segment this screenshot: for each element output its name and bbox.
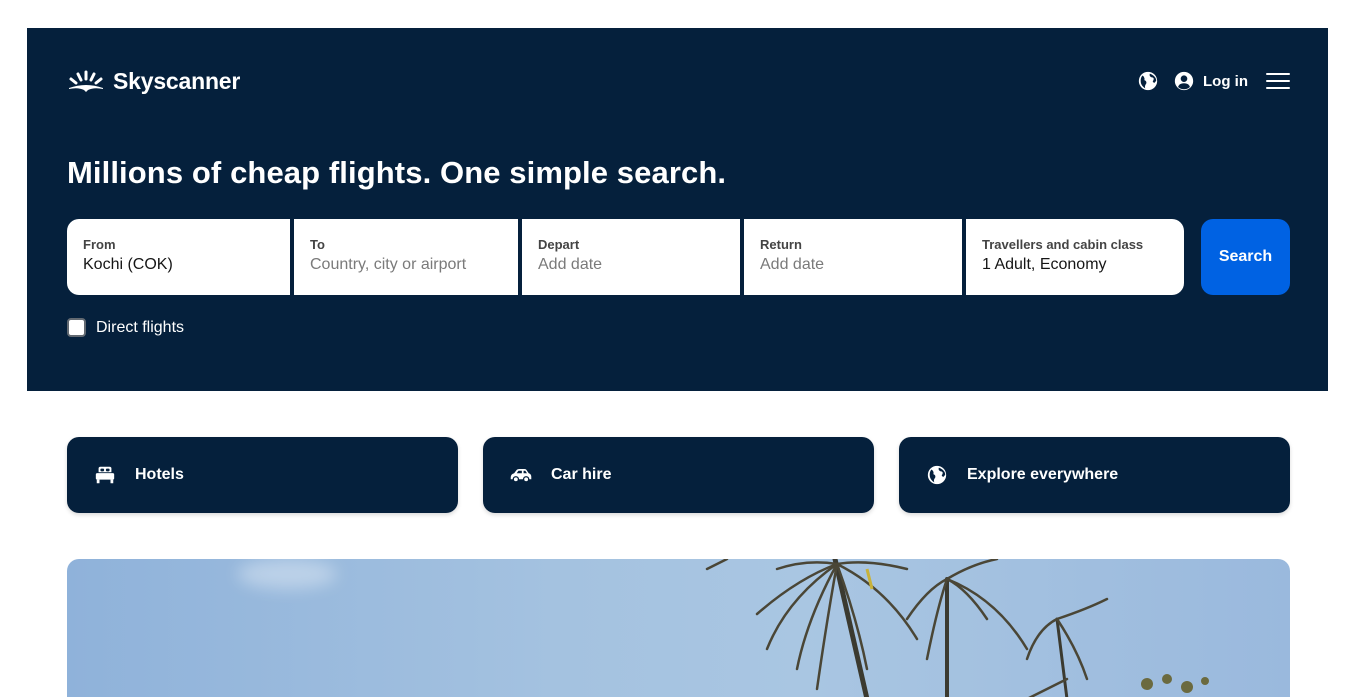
depart-label: Depart	[538, 237, 580, 252]
sunrise-logo-icon	[69, 70, 103, 92]
brand-name: Skyscanner	[113, 68, 241, 94]
travellers-label: Travellers and cabin class	[982, 237, 1144, 252]
to-input[interactable]: Country, city or airport	[310, 256, 502, 274]
explore-everywhere-label: Explore everywhere	[967, 466, 1119, 483]
from-value[interactable]: Kochi (COK)	[83, 256, 274, 274]
depart-field[interactable]: Depart Add date	[522, 219, 740, 295]
search-button[interactable]: Search	[1201, 219, 1290, 295]
globe-icon[interactable]	[1137, 70, 1159, 92]
login-button[interactable]: Log in	[1173, 70, 1248, 92]
hotels-link[interactable]: Hotels	[67, 437, 458, 513]
quick-links: Hotels Car hire Explore everywhere	[67, 437, 1290, 513]
direct-flights-toggle[interactable]: Direct flights	[67, 318, 184, 337]
bed-icon	[93, 463, 117, 487]
top-nav: Log in	[1137, 70, 1290, 92]
travellers-value[interactable]: 1 Adult, Economy	[982, 256, 1168, 274]
from-label: From	[83, 237, 116, 252]
car-hire-link[interactable]: Car hire	[483, 437, 874, 513]
user-circle-icon	[1173, 70, 1195, 92]
direct-flights-checkbox[interactable]	[67, 318, 86, 337]
skyscanner-logo[interactable]: Skyscanner	[67, 68, 240, 95]
depart-input[interactable]: Add date	[538, 256, 724, 274]
promo-banner-image[interactable]	[67, 559, 1290, 697]
car-hire-label: Car hire	[551, 466, 612, 483]
car-icon	[509, 463, 533, 487]
page-headline: Millions of cheap flights. One simple se…	[67, 155, 727, 190]
return-input[interactable]: Add date	[760, 256, 946, 274]
return-label: Return	[760, 237, 802, 252]
return-field[interactable]: Return Add date	[744, 219, 962, 295]
direct-flights-label: Direct flights	[96, 318, 185, 336]
palm-trees-illustration	[705, 559, 1209, 697]
from-field[interactable]: From Kochi (COK)	[67, 219, 290, 295]
globe-icon	[925, 463, 949, 487]
login-label: Log in	[1203, 72, 1248, 90]
hamburger-menu-icon[interactable]	[1266, 70, 1290, 92]
travellers-field[interactable]: Travellers and cabin class 1 Adult, Econ…	[966, 219, 1184, 295]
flight-search-form: From Kochi (COK) To Country, city or air…	[67, 219, 1184, 295]
hero-header: Skyscanner Log in Millions of cheap flig…	[27, 28, 1328, 391]
to-label: To	[310, 237, 325, 252]
to-field[interactable]: To Country, city or airport	[294, 219, 518, 295]
hotels-label: Hotels	[135, 466, 184, 483]
explore-everywhere-link[interactable]: Explore everywhere	[899, 437, 1290, 513]
